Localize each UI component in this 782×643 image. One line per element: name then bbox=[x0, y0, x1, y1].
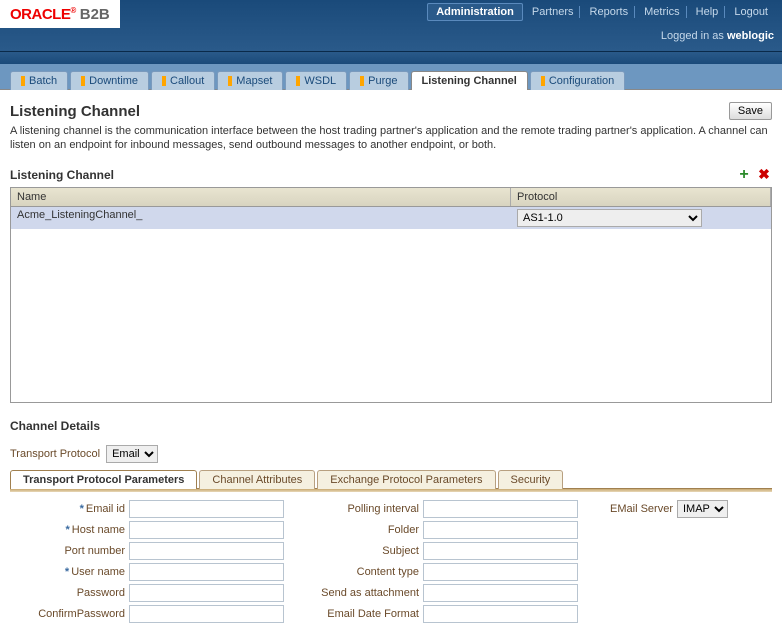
label-user-name: *User name bbox=[10, 566, 125, 578]
detail-subtabs: Transport Protocol Parameters Channel At… bbox=[10, 469, 772, 489]
nav-help[interactable]: Help bbox=[690, 6, 726, 18]
cell-protocol: AS1-1.0 bbox=[511, 207, 771, 229]
transport-protocol-select[interactable]: Email bbox=[106, 445, 158, 463]
email-date-format-field[interactable] bbox=[423, 605, 578, 623]
tab-mapset[interactable]: Mapset bbox=[217, 71, 283, 90]
protocol-select[interactable]: AS1-1.0 bbox=[517, 209, 702, 227]
page-title: Listening Channel bbox=[10, 103, 140, 120]
email-server-select[interactable]: IMAP bbox=[677, 500, 728, 518]
logo-area: ORACLE® B2B bbox=[0, 0, 120, 28]
product-name: B2B bbox=[80, 6, 110, 23]
subtab-security[interactable]: Security bbox=[498, 470, 564, 489]
nav-reports[interactable]: Reports bbox=[584, 6, 636, 18]
tab-downtime[interactable]: Downtime bbox=[70, 71, 149, 90]
subject-field[interactable] bbox=[423, 542, 578, 560]
nav-metrics[interactable]: Metrics bbox=[638, 6, 686, 18]
top-nav: Administration Partners Reports Metrics … bbox=[427, 6, 774, 18]
tab-batch[interactable]: Batch bbox=[10, 71, 68, 90]
label-email-server: EMail Server bbox=[598, 503, 673, 515]
password-field[interactable] bbox=[129, 584, 284, 602]
tab-callout[interactable]: Callout bbox=[151, 71, 215, 90]
tab-wsdl[interactable]: WSDL bbox=[285, 71, 347, 90]
label-email-id: *Email id bbox=[10, 503, 125, 515]
delete-icon[interactable]: ✖ bbox=[756, 167, 772, 183]
nav-administration[interactable]: Administration bbox=[427, 3, 523, 21]
tab-purge[interactable]: Purge bbox=[349, 71, 408, 90]
subtab-channel-attributes[interactable]: Channel Attributes bbox=[199, 470, 315, 489]
content-type-field[interactable] bbox=[423, 563, 578, 581]
page-description: A listening channel is the communication… bbox=[10, 124, 772, 153]
send-attachment-field[interactable] bbox=[423, 584, 578, 602]
label-host-name: *Host name bbox=[10, 524, 125, 536]
app-header: ORACLE® B2B Administration Partners Repo… bbox=[0, 0, 782, 52]
label-send-attachment: Send as attachment bbox=[304, 587, 419, 599]
form-area: *Email id *Host name Port number *User n… bbox=[10, 492, 772, 631]
label-port-number: Port number bbox=[10, 545, 125, 557]
header-strip bbox=[0, 52, 782, 64]
col-header-name[interactable]: Name bbox=[11, 188, 511, 206]
login-status: Logged in as weblogic bbox=[661, 30, 774, 42]
table-row[interactable]: Acme_ListeningChannel_ AS1-1.0 bbox=[11, 207, 771, 229]
add-icon[interactable]: + bbox=[736, 167, 752, 183]
email-id-field[interactable] bbox=[129, 500, 284, 518]
label-password: Password bbox=[10, 587, 125, 599]
cell-name: Acme_ListeningChannel_ bbox=[11, 207, 511, 229]
grid-section-title: Listening Channel bbox=[10, 168, 114, 182]
oracle-logo: ORACLE® bbox=[10, 6, 76, 23]
label-email-date-format: Email Date Format bbox=[304, 608, 419, 620]
subtab-exchange-params[interactable]: Exchange Protocol Parameters bbox=[317, 470, 495, 489]
label-confirm-password: ConfirmPassword bbox=[10, 608, 125, 620]
folder-field[interactable] bbox=[423, 521, 578, 539]
transport-protocol-label: Transport Protocol bbox=[10, 448, 100, 460]
grid-header: Name Protocol bbox=[11, 188, 771, 207]
main-content: Listening Channel Save A listening chann… bbox=[0, 90, 782, 643]
nav-logout[interactable]: Logout bbox=[728, 6, 774, 18]
label-polling-interval: Polling interval bbox=[304, 503, 419, 515]
channel-details-title: Channel Details bbox=[10, 419, 772, 433]
tab-listening-channel[interactable]: Listening Channel bbox=[411, 71, 528, 90]
user-name-field[interactable] bbox=[129, 563, 284, 581]
tab-configuration[interactable]: Configuration bbox=[530, 71, 625, 90]
confirm-password-field[interactable] bbox=[129, 605, 284, 623]
login-user: weblogic bbox=[727, 30, 774, 42]
login-prefix: Logged in as bbox=[661, 30, 727, 42]
admin-tabs: Batch Downtime Callout Mapset WSDL Purge… bbox=[0, 64, 782, 90]
col-header-protocol[interactable]: Protocol bbox=[511, 188, 771, 206]
channel-grid: Name Protocol Acme_ListeningChannel_ AS1… bbox=[10, 187, 772, 403]
label-folder: Folder bbox=[304, 524, 419, 536]
polling-interval-field[interactable] bbox=[423, 500, 578, 518]
label-subject: Subject bbox=[304, 545, 419, 557]
label-content-type: Content type bbox=[304, 566, 419, 578]
host-name-field[interactable] bbox=[129, 521, 284, 539]
save-button[interactable]: Save bbox=[729, 102, 772, 120]
subtab-transport-params[interactable]: Transport Protocol Parameters bbox=[10, 470, 197, 489]
port-number-field[interactable] bbox=[129, 542, 284, 560]
nav-partners[interactable]: Partners bbox=[526, 6, 581, 18]
